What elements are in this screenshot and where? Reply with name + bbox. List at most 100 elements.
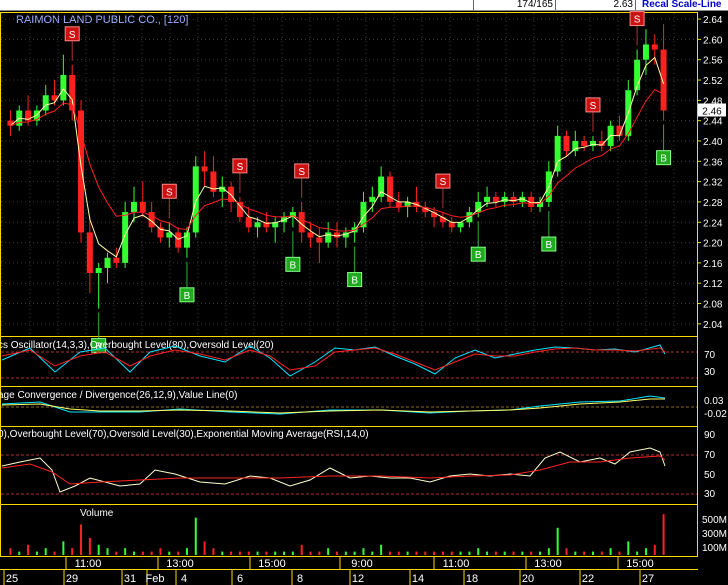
date-label: 6: [237, 573, 243, 585]
volume-bar: [397, 551, 400, 555]
time-axis: 25 29 31 Feb 4 6 8 12 14 18 20 22 27 11:00 13:00 15:00 9…: [0, 557, 698, 585]
volume-bar: [247, 551, 250, 555]
candle-body: [563, 135, 570, 152]
candle-body: [475, 201, 482, 213]
ema-8-line: [10, 88, 664, 232]
stochastic-label: cs Oscillator(14,3,3),Overbought Level(8…: [0, 340, 274, 351]
candle-body: [86, 232, 93, 274]
volume-bar: [177, 551, 180, 555]
volume-bar: [371, 551, 374, 555]
volume-bar: [327, 548, 330, 555]
candle-body: [42, 95, 49, 111]
candle-body: [492, 196, 499, 202]
sell-signal-letter: S: [590, 101, 597, 112]
price-tick-label: 2.36: [703, 157, 723, 168]
volume-bar: [618, 551, 621, 555]
candle-body: [448, 222, 455, 228]
volume-bar: [353, 551, 356, 555]
sell-signal-letter: S: [237, 162, 244, 173]
time-label: 15:00: [258, 558, 286, 570]
volume-bar: [185, 548, 188, 555]
stochastic-panel: cs Oscillator(14,3,3),Overbought Level(8…: [0, 340, 716, 379]
date-label: 12: [352, 573, 364, 585]
volume-bar: [132, 551, 135, 555]
date-label: 27: [642, 573, 654, 585]
candles-layer: [7, 24, 667, 309]
rsi-panel: 0),Overbought Level(70),Oversold Level(3…: [0, 429, 716, 500]
volume-bar: [459, 551, 462, 555]
macd-signal-line: [1, 398, 665, 414]
candle-body: [95, 267, 102, 274]
volume-bar: [9, 548, 12, 555]
time-label: 15:00: [626, 558, 654, 570]
volume-bar: [203, 541, 206, 555]
price-tick-label: 2.32: [703, 178, 723, 189]
volume-bar: [468, 551, 471, 555]
candle-body: [139, 201, 146, 213]
stock-chart[interactable]: 2.642.602.562.522.482.442.402.362.322.28…: [0, 0, 728, 585]
volume-label: Volume: [80, 508, 114, 519]
volume-bar: [644, 548, 647, 555]
date-label: 14: [412, 573, 424, 585]
candle-body: [651, 44, 658, 50]
volume-bar: [230, 551, 233, 555]
volume-bar: [336, 551, 338, 555]
volume-bar: [362, 548, 365, 555]
volume-bar: [477, 548, 480, 555]
sell-signal-letter: S: [298, 167, 305, 178]
volume-bar: [309, 551, 312, 555]
price-tick-label: 2.28: [703, 198, 723, 209]
volume-bar: [53, 551, 56, 555]
price-tick-label: 2.56: [703, 56, 723, 67]
candle-body: [660, 49, 667, 111]
volume-bar: [283, 551, 286, 555]
candle-body: [78, 110, 85, 233]
time-label: 13:00: [166, 558, 194, 570]
volume-bar: [256, 551, 259, 555]
volume-bar: [150, 551, 153, 555]
volume-bar: [450, 551, 453, 555]
sell-signal-letter: S: [166, 187, 173, 198]
volume-bar: [636, 551, 639, 555]
stochastic-tick-70: 70: [704, 350, 716, 361]
volume-bar: [486, 551, 489, 555]
price-grid: [1, 13, 697, 336]
sell-signal-letter: S: [634, 15, 641, 26]
price-tick-label: 2.40: [703, 137, 723, 148]
candle-body: [236, 201, 243, 218]
volume-bar: [88, 538, 91, 555]
candle-body: [245, 217, 252, 228]
macd-tick-neg0.02: -0.02: [704, 409, 727, 420]
volume-panel: Volume 500M 300M 100M: [9, 508, 727, 555]
candle-body: [130, 201, 137, 213]
volume-bar: [503, 551, 506, 555]
candle-body: [457, 222, 464, 228]
volume-bar: [291, 551, 294, 555]
price-axis: 2.642.602.562.522.482.442.402.362.322.28…: [697, 15, 723, 331]
rsi-tick-30: 30: [704, 489, 716, 500]
volume-bar: [600, 551, 603, 555]
volume-bar: [433, 551, 436, 555]
price-tick-label: 2.08: [703, 300, 723, 311]
volume-bar: [547, 548, 550, 555]
candle-body: [122, 212, 129, 263]
volume-bar: [194, 517, 197, 555]
time-label: 11:00: [75, 558, 102, 570]
volume-bar: [591, 551, 594, 555]
candle-body: [316, 237, 323, 243]
volume-bars: [9, 514, 665, 555]
last-price-marker: 2.46: [698, 103, 726, 118]
date-label: 31: [124, 573, 136, 585]
price-tick-label: 2.20: [703, 239, 723, 250]
volume-bar: [574, 551, 577, 555]
volume-bar: [238, 551, 241, 555]
time-label: 13:00: [534, 558, 562, 570]
rsi-label: 0),Overbought Level(70),Oversold Level(3…: [0, 429, 369, 440]
volume-bar: [212, 548, 215, 555]
candle-body: [104, 257, 111, 268]
buy-signal-letter: B: [290, 260, 297, 271]
volume-bar: [18, 551, 21, 555]
time-label: 9:00: [351, 558, 372, 570]
candle-body: [325, 232, 332, 243]
date-label: 22: [582, 573, 594, 585]
